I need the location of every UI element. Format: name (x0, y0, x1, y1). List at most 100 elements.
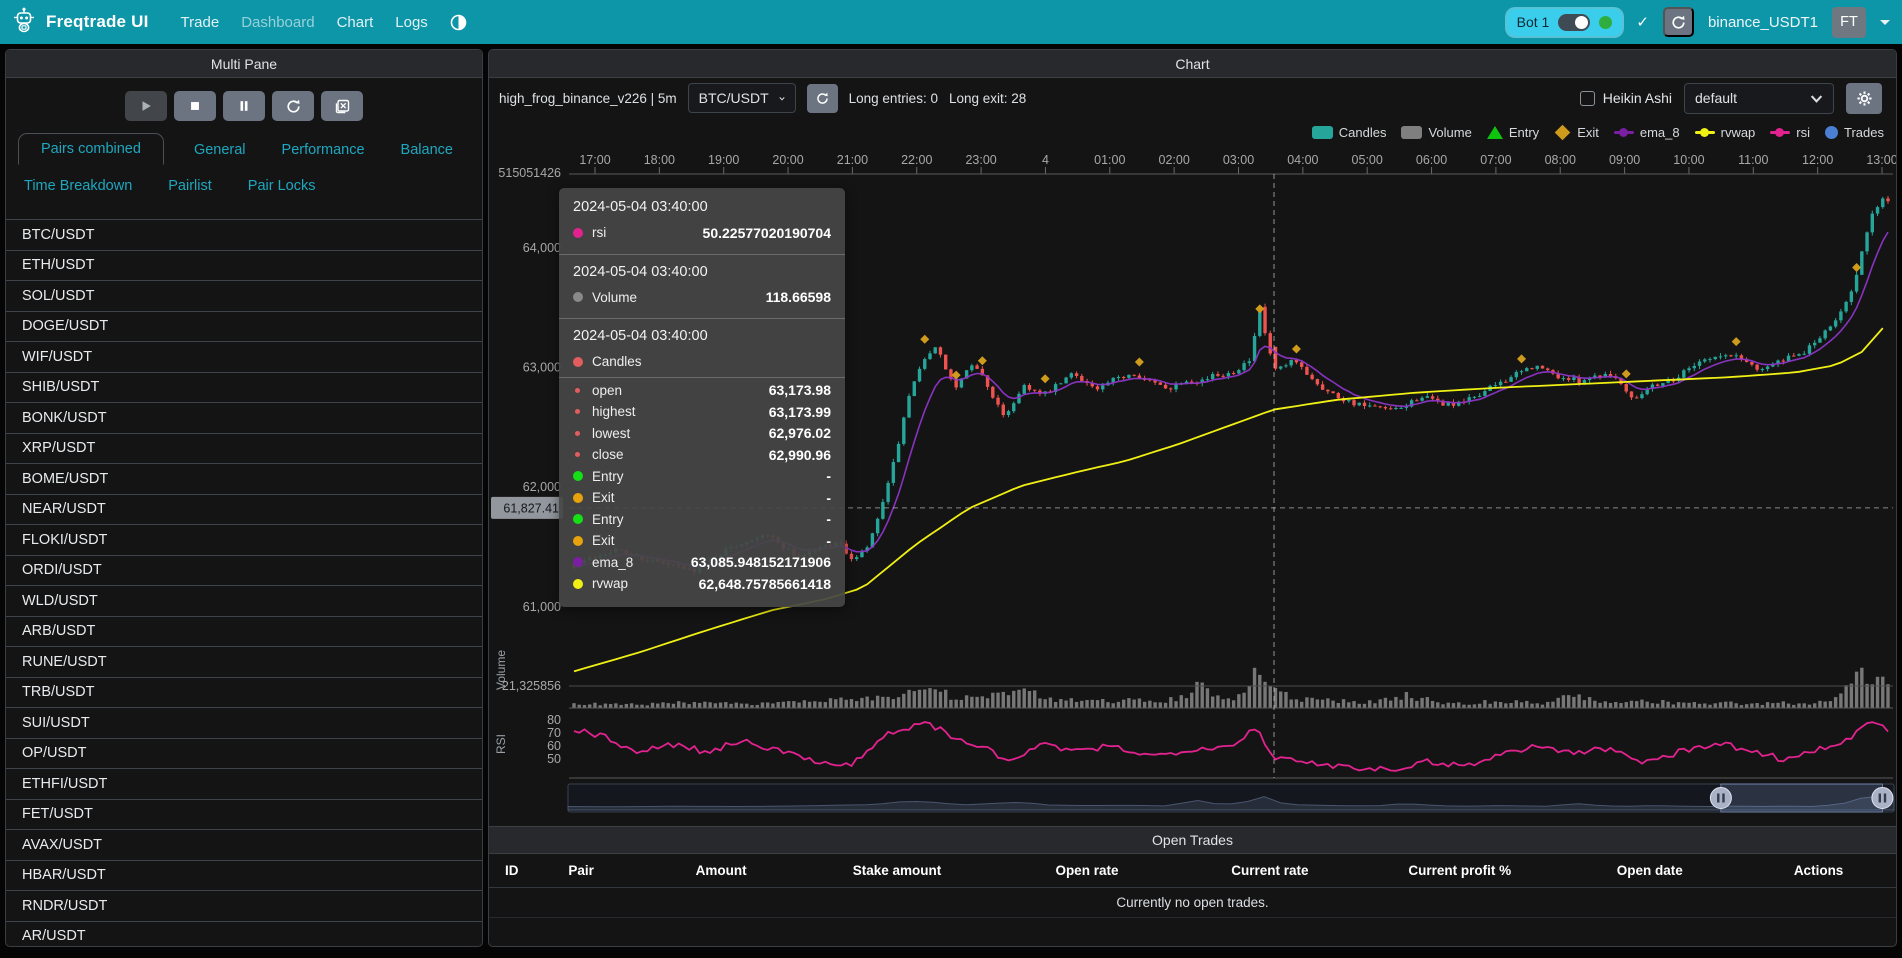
pair-list-item[interactable]: TRB/USDT (6, 678, 482, 709)
heikin-ashi-checkbox[interactable] (1580, 91, 1595, 106)
svg-text:13:00: 13:00 (1866, 153, 1897, 167)
svg-text:515051426: 515051426 (498, 166, 561, 180)
legend-item-entry[interactable]: Entry (1487, 125, 1539, 140)
exit-marker (920, 335, 929, 344)
pair-list-item[interactable]: HBAR/USDT (6, 861, 482, 892)
pair-list-item[interactable]: DOGE/USDT (6, 312, 482, 343)
pair-list-item[interactable]: WLD/USDT (6, 586, 482, 617)
tab-pair-locks[interactable]: Pair Locks (242, 171, 322, 201)
datazoom-handle-left[interactable] (1710, 788, 1731, 809)
pair-list-item[interactable]: NEAR/USDT (6, 495, 482, 526)
column-header-id: ID (489, 854, 552, 887)
svg-text:20:00: 20:00 (772, 153, 803, 167)
nav-item-dashboard[interactable]: Dashboard (241, 14, 314, 31)
nav-item-logs[interactable]: Logs (395, 14, 428, 31)
ema_8-line-icon (1614, 126, 1634, 139)
chart-toolbar: high_frog_binance_v226 | 5m BTC/USDT Lon… (489, 78, 1896, 118)
app-title: Freqtrade UI (46, 12, 149, 32)
pair-list-item[interactable]: SHIB/USDT (6, 373, 482, 404)
theme-toggle-icon[interactable] (450, 14, 467, 31)
exit-marker (1041, 374, 1050, 383)
svg-text:64,000: 64,000 (523, 241, 561, 255)
candles-swatch-icon (1312, 126, 1333, 139)
legend-item-volume[interactable]: Volume (1401, 125, 1471, 140)
forget-bot-button[interactable] (321, 91, 363, 121)
pair-list-item[interactable]: AVAX/USDT (6, 830, 482, 861)
tab-performance[interactable]: Performance (276, 135, 371, 165)
pair-list-item[interactable]: WIF/USDT (6, 342, 482, 373)
svg-text:62,000: 62,000 (523, 480, 561, 494)
pair-list-item[interactable]: SUI/USDT (6, 708, 482, 739)
reload-bot-button[interactable] (1663, 7, 1694, 37)
svg-text:80: 80 (547, 713, 561, 727)
pair-list-item[interactable]: BOME/USDT (6, 464, 482, 495)
pair-list-item[interactable]: BTC/USDT (6, 220, 482, 251)
rvwap-line (574, 328, 1883, 671)
svg-text:04:00: 04:00 (1287, 153, 1318, 167)
plot-config-select[interactable]: default (1684, 83, 1834, 114)
pair-list-item[interactable]: ORDI/USDT (6, 556, 482, 587)
candlestick-chart[interactable]: 17:0018:0019:0020:0021:0022:0023:00401:0… (489, 146, 1897, 826)
pair-list-item[interactable]: RNDR/USDT (6, 891, 482, 922)
tab-general[interactable]: General (188, 135, 252, 165)
datazoom-slider[interactable] (568, 784, 1894, 812)
user-menu-caret-icon[interactable] (1880, 20, 1890, 25)
tab-time-breakdown[interactable]: Time Breakdown (18, 171, 138, 201)
column-header-open-date: Open date (1558, 854, 1741, 887)
refresh-chart-button[interactable] (807, 84, 838, 113)
legend-label: rvwap (1721, 125, 1756, 140)
legend-item-trades[interactable]: Trades (1825, 125, 1884, 140)
legend-item-exit[interactable]: Exit (1554, 125, 1599, 140)
svg-text:4: 4 (1042, 153, 1049, 167)
pair-list-item[interactable]: FET/USDT (6, 800, 482, 831)
pair-list-item[interactable]: ARB/USDT (6, 617, 482, 648)
pair-list-item[interactable]: OP/USDT (6, 739, 482, 770)
datazoom-handle-right[interactable] (1872, 788, 1893, 809)
legend-item-ema_8[interactable]: ema_8 (1614, 125, 1680, 140)
nav-item-trade[interactable]: Trade (181, 14, 220, 31)
reload-config-button[interactable] (272, 91, 314, 121)
nav-item-chart[interactable]: Chart (337, 14, 374, 31)
svg-text:RSI: RSI (494, 734, 508, 754)
chevron-down-icon (779, 92, 785, 105)
open-trades-title: Open Trades (489, 826, 1896, 854)
pair-list-item[interactable]: ETHFI/USDT (6, 769, 482, 800)
pair-list-item[interactable]: AR/USDT (6, 922, 482, 947)
open-trades-table-header: IDPairAmountStake amountOpen rateCurrent… (489, 854, 1896, 888)
freqtrade-robot-logo (12, 7, 36, 38)
multipane-toolbar (6, 91, 482, 121)
tab-pairlist[interactable]: Pairlist (162, 171, 218, 201)
pair-list-item[interactable]: RUNE/USDT (6, 647, 482, 678)
bot-toggle[interactable] (1558, 14, 1590, 31)
candles-layer (572, 196, 1889, 576)
legend-label: Candles (1339, 125, 1387, 140)
legend-item-rvwap[interactable]: rvwap (1695, 125, 1756, 140)
tab-balance[interactable]: Balance (395, 135, 459, 165)
open-trades-empty-row: Currently no open trades. (489, 888, 1896, 918)
pair-select[interactable]: BTC/USDT (688, 83, 796, 113)
svg-text:21:00: 21:00 (837, 153, 868, 167)
pair-list-item[interactable]: ETH/USDT (6, 251, 482, 282)
pair-list-item[interactable]: XRP/USDT (6, 434, 482, 465)
tab-pairs-combined[interactable]: Pairs combined (18, 133, 164, 165)
pause-button[interactable] (223, 91, 265, 121)
play-button[interactable] (125, 91, 167, 121)
pair-select-value: BTC/USDT (699, 90, 769, 106)
multi-pane-title: Multi Pane (6, 50, 482, 78)
pair-list-item[interactable]: SOL/USDT (6, 281, 482, 312)
legend-label: Exit (1577, 125, 1599, 140)
svg-text:01:00: 01:00 (1094, 153, 1125, 167)
exit-marker (1292, 345, 1301, 354)
plot-settings-button[interactable] (1846, 83, 1882, 114)
bot-selector[interactable]: Bot 1 (1507, 9, 1623, 36)
pair-list-item[interactable]: FLOKI/USDT (6, 525, 482, 556)
stop-button[interactable] (174, 91, 216, 121)
legend-item-candles[interactable]: Candles (1312, 125, 1387, 140)
pair-list-item[interactable]: BONK/USDT (6, 403, 482, 434)
user-avatar[interactable]: FT (1832, 7, 1866, 38)
svg-text:63,000: 63,000 (523, 361, 561, 375)
column-header-stake-amount: Stake amount (799, 854, 996, 887)
legend-item-rsi[interactable]: rsi (1770, 125, 1810, 140)
svg-text:Volume: Volume (494, 650, 508, 690)
long-entries-label: Long entries: 0 (849, 91, 938, 106)
